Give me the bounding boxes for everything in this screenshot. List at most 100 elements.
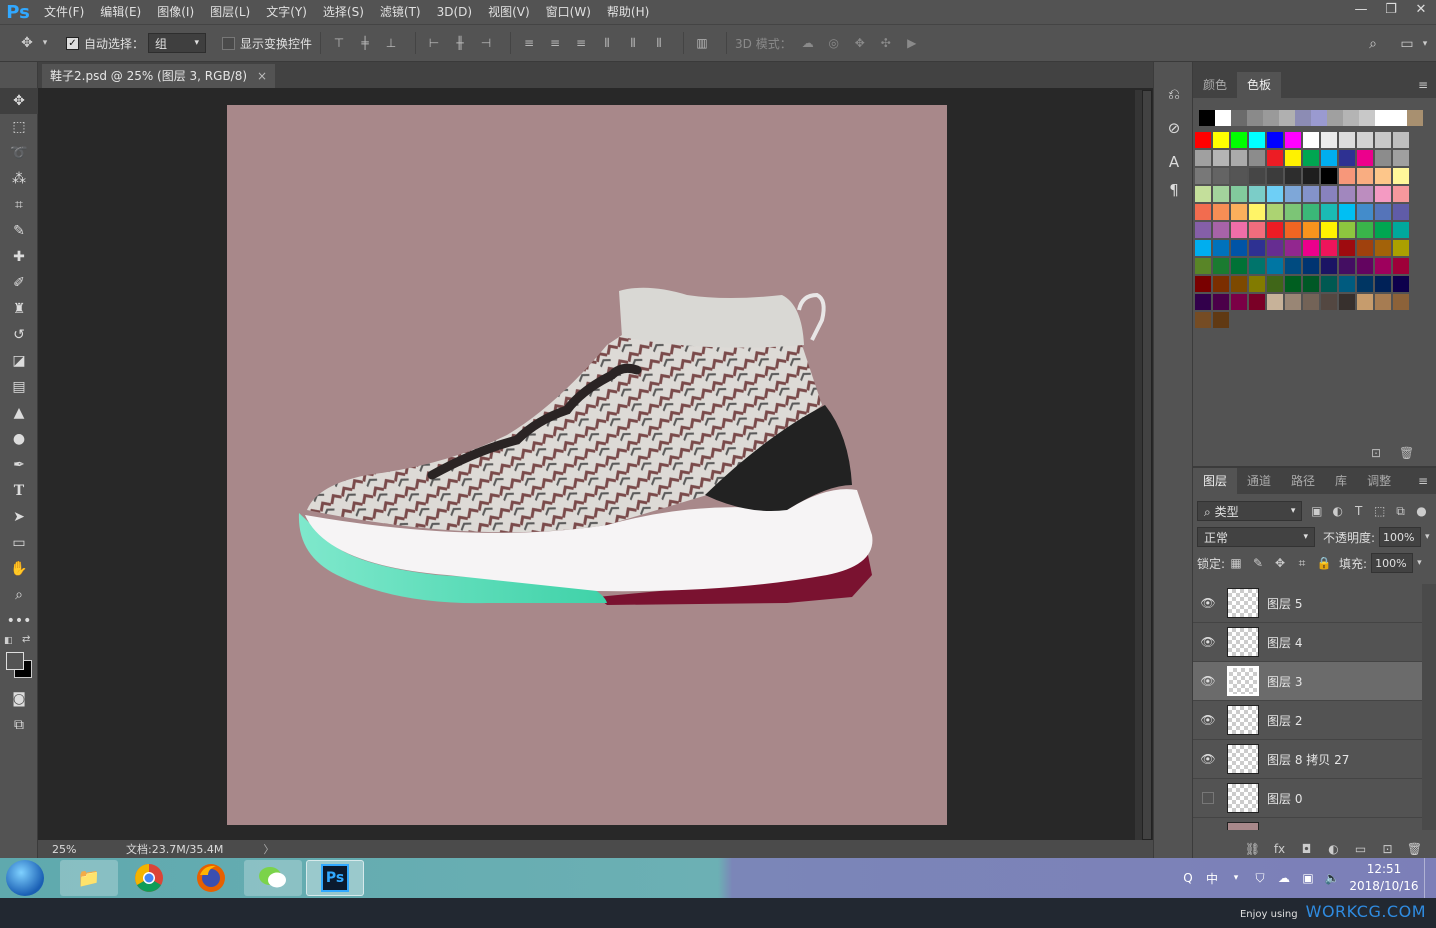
- eraser-tool-icon[interactable]: ◪: [0, 348, 38, 374]
- color-swatch[interactable]: [1357, 222, 1373, 238]
- show-transform-checkbox[interactable]: [222, 36, 236, 50]
- paragraph-panel-icon[interactable]: ¶: [1154, 176, 1194, 204]
- color-swatch[interactable]: [1285, 240, 1301, 256]
- color-swatch[interactable]: [1267, 240, 1283, 256]
- clock[interactable]: 12:51 2018/10/16: [1344, 861, 1424, 895]
- color-swatch[interactable]: [1285, 294, 1301, 310]
- document-tab[interactable]: 鞋子2.psd @ 25% (图层 3, RGB/8) ×: [42, 64, 276, 88]
- close-tab-icon[interactable]: ×: [257, 64, 267, 88]
- file-explorer-icon[interactable]: 📁: [60, 860, 118, 896]
- auto-select-checkbox[interactable]: ✓: [66, 36, 79, 50]
- path-select-icon[interactable]: ➤: [0, 504, 38, 530]
- visibility-eye-icon[interactable]: 👁: [1193, 713, 1223, 727]
- move-tool-icon[interactable]: ✥: [0, 88, 38, 114]
- chevron-down-icon[interactable]: ▾: [1418, 33, 1432, 55]
- color-swatch[interactable]: [1393, 276, 1409, 292]
- color-swatch[interactable]: [1339, 294, 1355, 310]
- distribute-left-icon[interactable]: ⫴: [597, 33, 617, 53]
- color-swatch[interactable]: [1303, 132, 1319, 148]
- distribute-bottom-icon[interactable]: ≡: [571, 33, 591, 53]
- color-swatch[interactable]: [1195, 222, 1211, 238]
- menu-type[interactable]: 文字(Y): [258, 0, 315, 24]
- color-swatch[interactable]: [1393, 222, 1409, 238]
- color-swatch[interactable]: [1321, 294, 1337, 310]
- color-swatch[interactable]: [1249, 186, 1265, 202]
- network-icon[interactable]: ▣: [1296, 871, 1320, 885]
- fx-icon[interactable]: fx: [1266, 842, 1293, 856]
- color-swatch[interactable]: [1285, 222, 1301, 238]
- color-swatch[interactable]: [1249, 294, 1265, 310]
- chrome-icon[interactable]: [120, 860, 178, 896]
- rectangle-tool-icon[interactable]: ▭: [0, 530, 38, 556]
- screen-mode-icon[interactable]: ⧉: [0, 712, 38, 738]
- color-swatch[interactable]: [1231, 110, 1247, 126]
- color-swatch[interactable]: [1249, 240, 1265, 256]
- distribute-right-icon[interactable]: ⫴: [649, 33, 669, 53]
- trash-icon[interactable]: 🗑: [1401, 842, 1428, 856]
- visibility-eye-icon[interactable]: 👁: [1193, 752, 1223, 766]
- ime-indicator[interactable]: 中: [1200, 870, 1224, 887]
- slide-3d-icon[interactable]: ✣: [876, 33, 896, 53]
- photoshop-icon[interactable]: Ps: [306, 860, 364, 896]
- color-swatch[interactable]: [1267, 258, 1283, 274]
- color-swatch[interactable]: [1375, 186, 1391, 202]
- color-swatch[interactable]: [1303, 258, 1319, 274]
- tab-channels[interactable]: 通道: [1237, 468, 1281, 494]
- lock-position-icon[interactable]: ✥: [1269, 556, 1291, 570]
- align-vcenter-icon[interactable]: ╪: [355, 33, 375, 53]
- color-swatch[interactable]: [1393, 204, 1409, 220]
- tab-layers[interactable]: 图层: [1193, 468, 1238, 494]
- color-swatch[interactable]: [1215, 110, 1231, 126]
- visibility-off-box[interactable]: [1202, 792, 1214, 804]
- color-swatch[interactable]: [1231, 204, 1247, 220]
- color-swatch[interactable]: [1267, 294, 1283, 310]
- color-swatch[interactable]: [1321, 150, 1337, 166]
- color-swatch[interactable]: [1285, 204, 1301, 220]
- color-swatch[interactable]: [1213, 186, 1229, 202]
- color-swatch[interactable]: [1195, 258, 1211, 274]
- color-swatch[interactable]: [1393, 294, 1409, 310]
- color-swatch[interactable]: [1267, 204, 1283, 220]
- color-swatch[interactable]: [1375, 168, 1391, 184]
- lock-pixels-icon[interactable]: ✎: [1247, 556, 1269, 570]
- layer-row[interactable]: 👁 图层 8 拷贝 27: [1193, 740, 1422, 779]
- color-swatch[interactable]: [1285, 258, 1301, 274]
- quick-mask-icon[interactable]: ◙: [0, 686, 38, 712]
- color-swatch[interactable]: [1213, 312, 1229, 328]
- auto-select-dropdown[interactable]: 组 ▾: [148, 33, 207, 53]
- color-swatch[interactable]: [1267, 186, 1283, 202]
- color-swatch[interactable]: [1321, 222, 1337, 238]
- color-swatch[interactable]: [1231, 132, 1247, 148]
- color-swatch[interactable]: [1247, 110, 1263, 126]
- color-swatch[interactable]: [1375, 222, 1391, 238]
- color-swatch[interactable]: [1321, 240, 1337, 256]
- dodge-tool-icon[interactable]: ●: [0, 426, 38, 452]
- color-swatch[interactable]: [1357, 150, 1373, 166]
- color-swatch[interactable]: [1407, 110, 1423, 126]
- align-bottom-icon[interactable]: ⊥: [381, 33, 401, 53]
- scale-3d-icon[interactable]: ▶: [902, 33, 922, 53]
- color-swatch[interactable]: [1357, 294, 1373, 310]
- filter-shape-icon[interactable]: ⬚: [1369, 504, 1390, 518]
- color-swatch[interactable]: [1321, 186, 1337, 202]
- filter-pixel-icon[interactable]: ▣: [1306, 504, 1327, 518]
- layer-row[interactable]: 👁 图层 3: [1193, 662, 1422, 701]
- color-swatch[interactable]: [1249, 132, 1265, 148]
- artboard[interactable]: [227, 105, 947, 825]
- color-swatch[interactable]: [1321, 258, 1337, 274]
- more-tools-icon[interactable]: •••: [0, 608, 38, 634]
- color-swatch[interactable]: [1339, 168, 1355, 184]
- color-swatch[interactable]: [1343, 110, 1359, 126]
- color-swatch[interactable]: [1339, 186, 1355, 202]
- color-swatch[interactable]: [1195, 312, 1211, 328]
- magic-wand-icon[interactable]: ⁂: [0, 166, 38, 192]
- distribute-top-icon[interactable]: ≡: [519, 33, 539, 53]
- color-swatch[interactable]: [1303, 186, 1319, 202]
- status-menu-arrow[interactable]: 〉: [263, 841, 274, 857]
- filter-toggle-icon[interactable]: ●: [1411, 504, 1432, 518]
- color-swatch[interactable]: [1393, 258, 1409, 274]
- color-swatch[interactable]: [1339, 222, 1355, 238]
- layer-row[interactable]: 👁 图层 2: [1193, 701, 1422, 740]
- visibility-eye-icon[interactable]: 👁: [1193, 635, 1223, 649]
- layer-row[interactable]: 图层 0: [1193, 779, 1422, 818]
